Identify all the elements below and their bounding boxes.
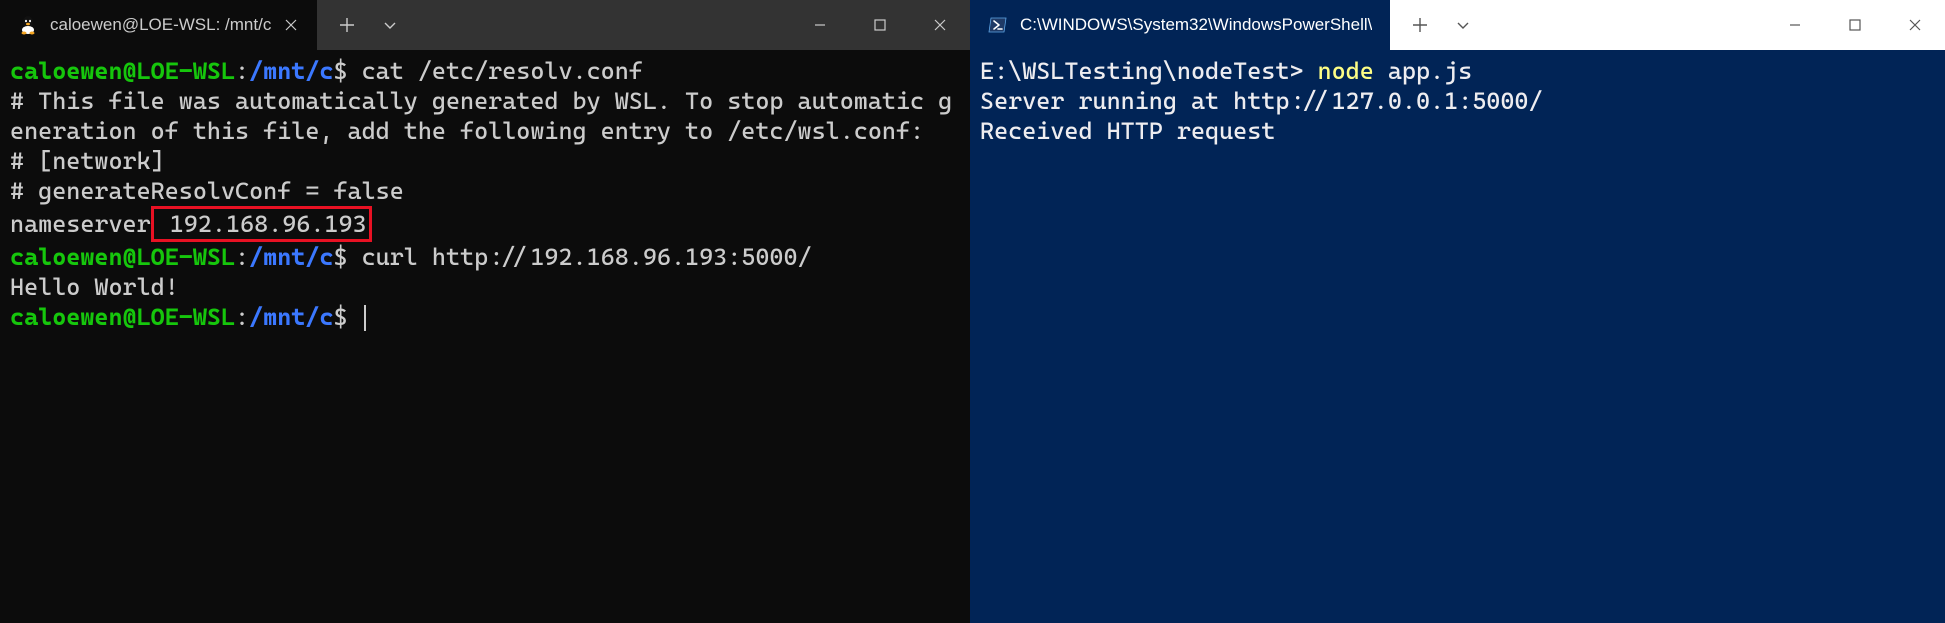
window-controls bbox=[790, 0, 970, 50]
tux-icon bbox=[18, 15, 38, 35]
chevron-down-icon bbox=[1456, 18, 1470, 32]
tab-dropdown-button[interactable] bbox=[373, 0, 407, 50]
window-controls bbox=[1765, 0, 1945, 50]
terminal-output[interactable]: E:\WSLTesting\nodeTest> node app.js Serv… bbox=[970, 50, 1945, 623]
close-button[interactable] bbox=[910, 0, 970, 50]
close-icon[interactable] bbox=[283, 17, 299, 33]
close-icon bbox=[1908, 18, 1922, 32]
output-line: # This file was automatically generated … bbox=[10, 87, 952, 145]
maximize-icon bbox=[873, 18, 887, 32]
maximize-button[interactable] bbox=[1825, 0, 1885, 50]
maximize-icon bbox=[1848, 18, 1862, 32]
titlebar: C:\WINDOWS\System32\WindowsPowerShell\v1… bbox=[970, 0, 1945, 50]
terminal-output[interactable]: caloewen@LOE-WSL:/mnt/c$ cat /etc/resolv… bbox=[0, 50, 970, 623]
output-line: # [network] bbox=[10, 147, 165, 175]
tab-title: C:\WINDOWS\System32\WindowsPowerShell\v1… bbox=[1020, 15, 1372, 35]
close-icon bbox=[933, 18, 947, 32]
chevron-down-icon bbox=[383, 18, 397, 32]
cursor bbox=[364, 305, 366, 331]
command-arg: app.js bbox=[1374, 57, 1472, 85]
output-line: Server running at http://127.0.0.1:5000/ bbox=[980, 87, 1543, 115]
command-text: node bbox=[1318, 57, 1374, 85]
output-line: nameserver bbox=[10, 210, 151, 238]
plus-icon bbox=[1412, 17, 1428, 33]
output-line: # generateResolvConf = false bbox=[10, 177, 404, 205]
prompt-path: /mnt/c bbox=[249, 57, 333, 85]
new-tab-button[interactable] bbox=[1398, 0, 1442, 50]
tab-dropdown-button[interactable] bbox=[1446, 0, 1480, 50]
titlebar: caloewen@LOE-WSL: /mnt/c bbox=[0, 0, 970, 50]
prompt-user: caloewen@LOE-WSL bbox=[10, 57, 235, 85]
wsl-terminal-window: caloewen@LOE-WSL: /mnt/c caloew bbox=[0, 0, 970, 623]
highlighted-ip: 192.168.96.193 bbox=[151, 206, 372, 242]
command-text: cat /etc/resolv.conf bbox=[362, 57, 643, 85]
minimize-button[interactable] bbox=[1765, 0, 1825, 50]
newtab-area bbox=[317, 0, 407, 50]
minimize-icon bbox=[1788, 18, 1802, 32]
prompt-path: /mnt/c bbox=[249, 303, 333, 331]
tab-title: caloewen@LOE-WSL: /mnt/c bbox=[50, 15, 271, 35]
minimize-button[interactable] bbox=[790, 0, 850, 50]
tab-wsl[interactable]: caloewen@LOE-WSL: /mnt/c bbox=[0, 0, 317, 50]
output-line: Hello World! bbox=[10, 273, 179, 301]
newtab-area bbox=[1390, 0, 1480, 50]
powershell-terminal-window: C:\WINDOWS\System32\WindowsPowerShell\v1… bbox=[970, 0, 1945, 623]
prompt-path: E:\WSLTesting\nodeTest> bbox=[980, 57, 1318, 85]
plus-icon bbox=[339, 17, 355, 33]
tab-powershell[interactable]: C:\WINDOWS\System32\WindowsPowerShell\v1… bbox=[970, 0, 1390, 50]
output-line: Received HTTP request bbox=[980, 117, 1275, 145]
new-tab-button[interactable] bbox=[325, 0, 369, 50]
powershell-icon bbox=[988, 15, 1008, 35]
prompt-user: caloewen@LOE-WSL bbox=[10, 303, 235, 331]
command-text: curl http://192.168.96.193:5000/ bbox=[362, 243, 812, 271]
prompt-user: caloewen@LOE-WSL bbox=[10, 243, 235, 271]
close-button[interactable] bbox=[1885, 0, 1945, 50]
minimize-icon bbox=[813, 18, 827, 32]
maximize-button[interactable] bbox=[850, 0, 910, 50]
prompt-path: /mnt/c bbox=[249, 243, 333, 271]
